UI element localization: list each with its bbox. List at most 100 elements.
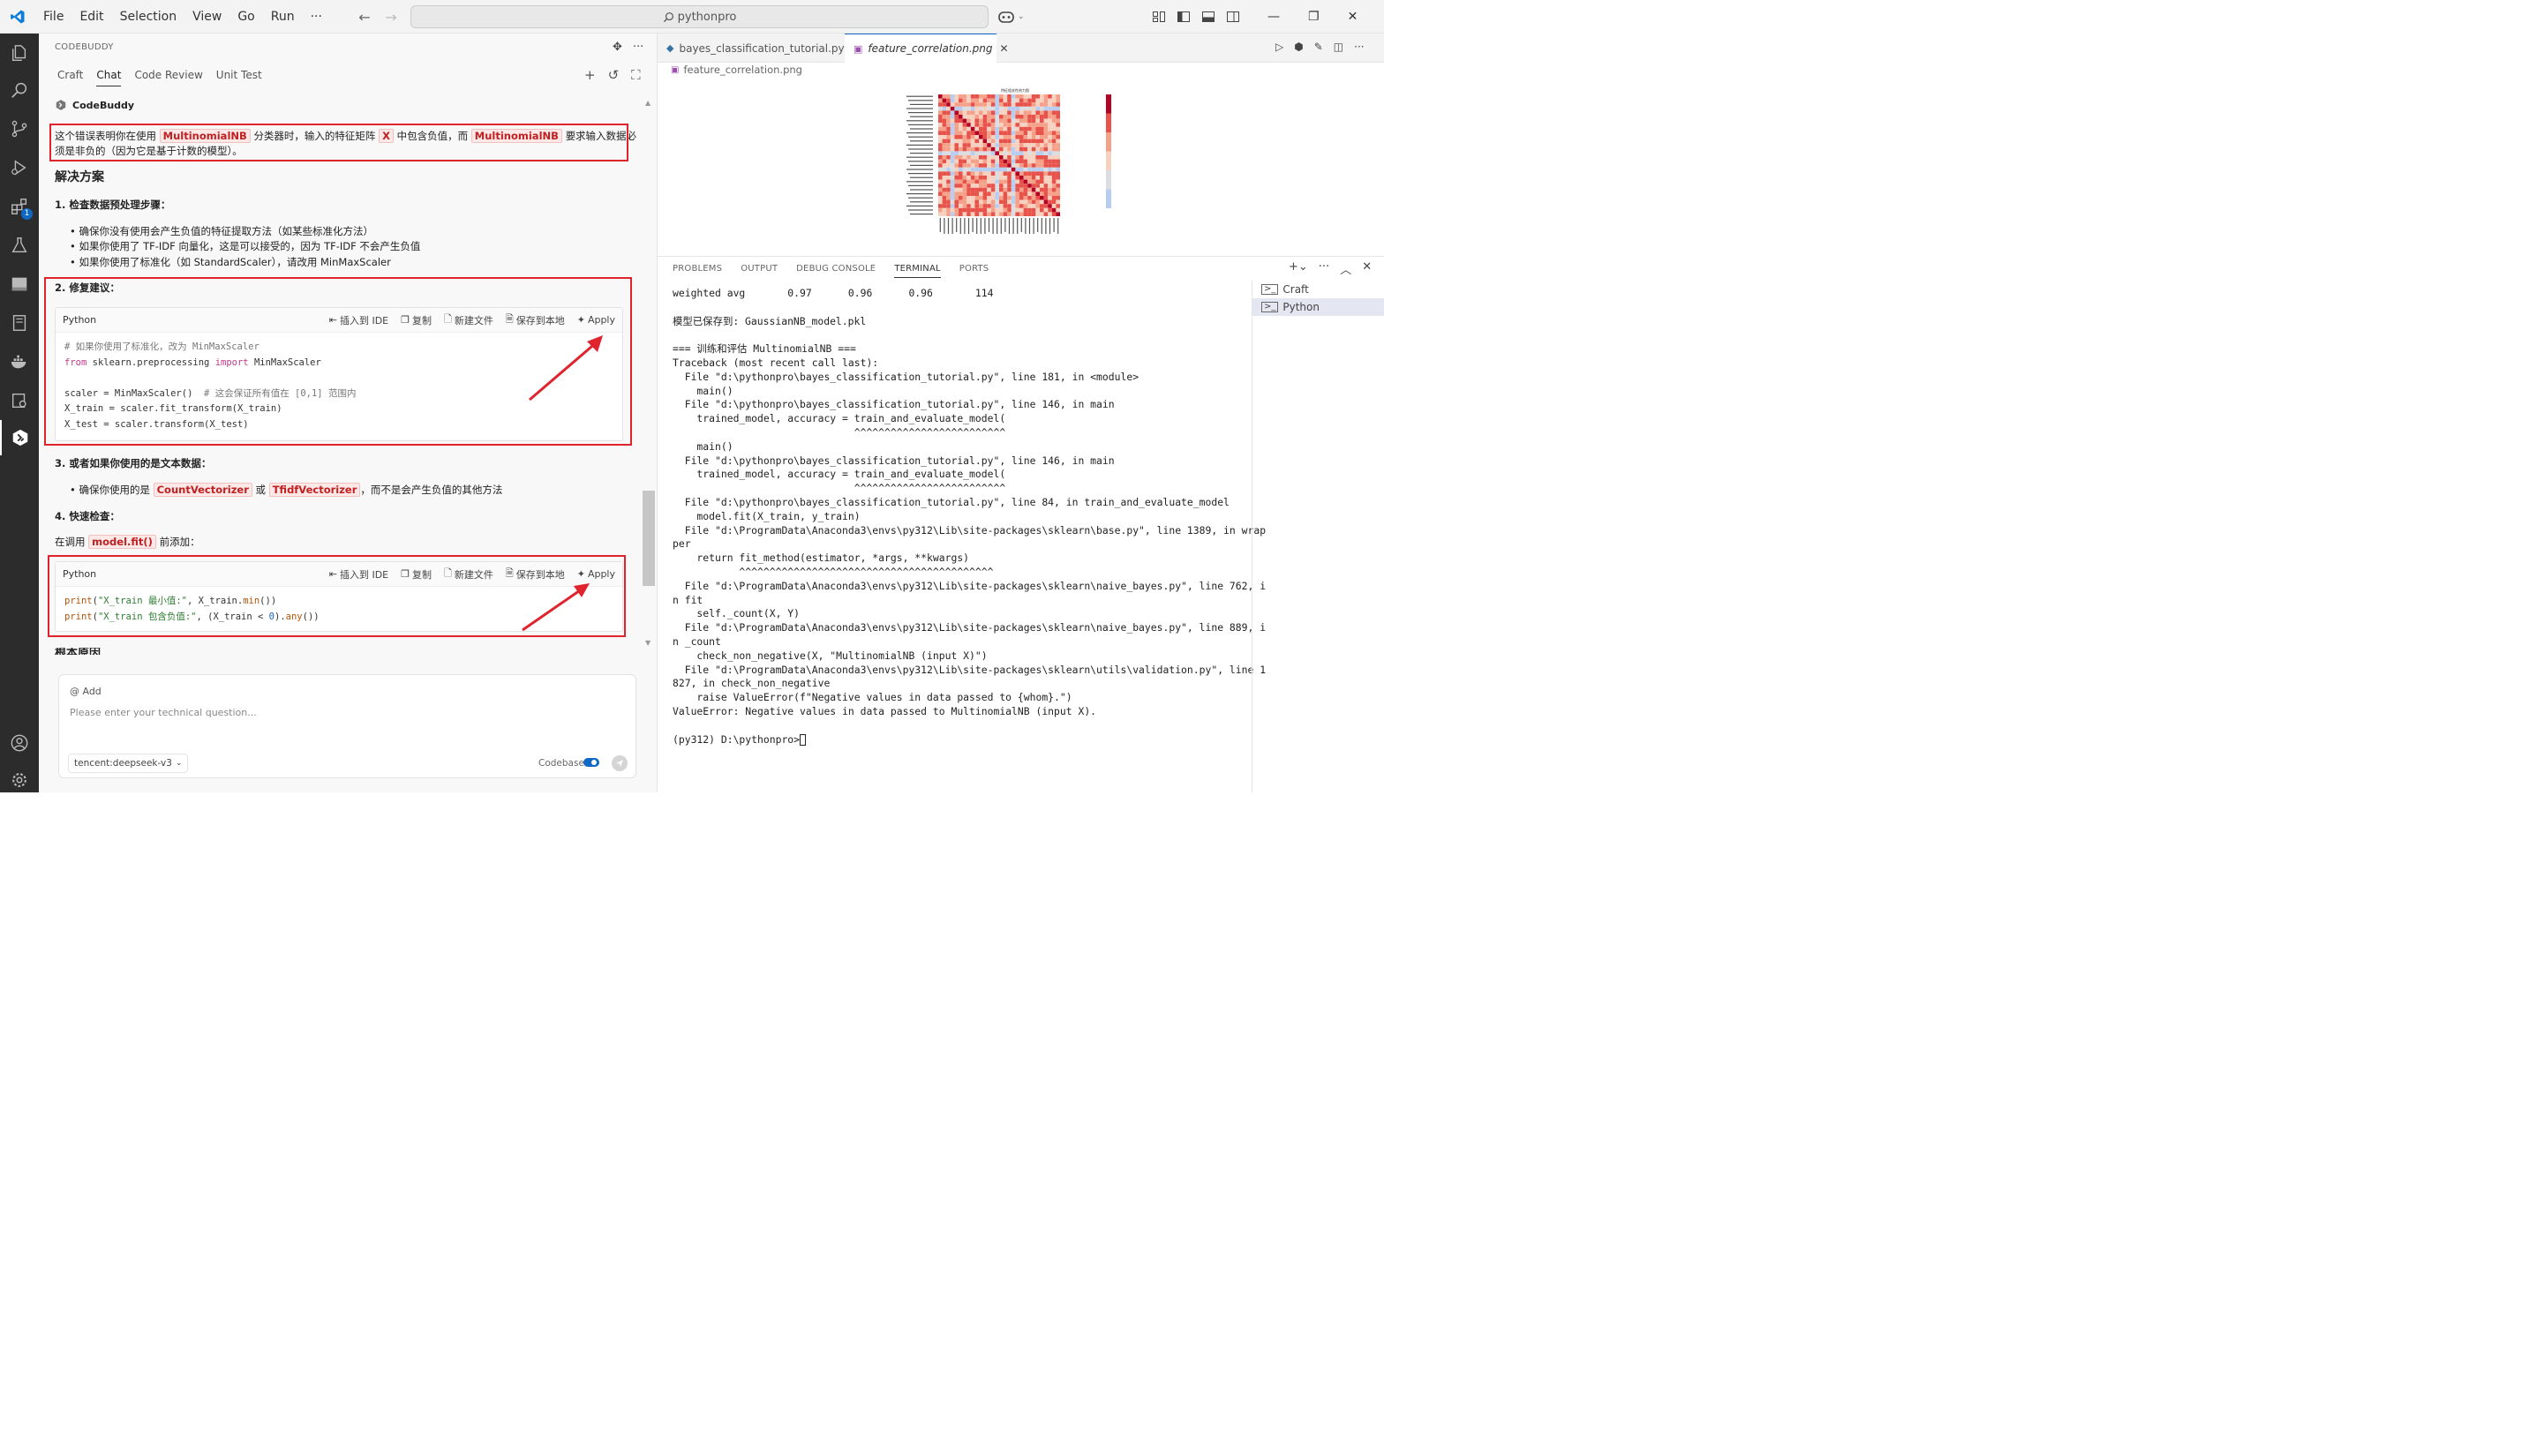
menu-more[interactable]: ···	[303, 0, 330, 34]
codebuddy-icon[interactable]	[0, 420, 39, 455]
more-actions-icon[interactable]: ···	[1354, 41, 1364, 53]
tab-terminal[interactable]: TERMINAL	[894, 264, 941, 278]
tab-output[interactable]: OUTPUT	[741, 264, 778, 278]
notebook-icon[interactable]	[0, 305, 39, 341]
send-button[interactable]	[612, 755, 628, 771]
edit-pencil-icon[interactable]: ✎	[1314, 41, 1323, 53]
run-play-icon[interactable]: ▷	[1275, 41, 1283, 53]
tab-problems[interactable]: PROBLEMS	[673, 264, 722, 278]
customize-layout-icon[interactable]	[1152, 10, 1166, 24]
heatmap-cell	[942, 126, 947, 131]
heatmap-cell	[954, 139, 959, 144]
tab-feature-correlation[interactable]: ▣ feature_correlation.png ✕	[845, 34, 1009, 63]
tab-ports[interactable]: PORTS	[959, 264, 989, 278]
heatmap-cell	[999, 179, 1004, 184]
tab-craft[interactable]: Craft	[57, 69, 83, 86]
question-input[interactable]: Please enter your technical question...	[70, 707, 257, 718]
docker-icon[interactable]	[0, 344, 39, 379]
menu-selection[interactable]: Selection	[112, 0, 185, 34]
close-tab-icon[interactable]: ✕	[1000, 42, 1009, 55]
menu-go[interactable]: Go	[229, 0, 262, 34]
tab-code-review[interactable]: Code Review	[134, 69, 202, 86]
scroll-down-icon[interactable]: ▼	[645, 639, 651, 647]
forward-arrow-icon[interactable]: →	[378, 9, 404, 26]
codebuddy-action-icon[interactable]: ⬢	[1294, 41, 1303, 53]
heatmap-cell	[938, 179, 943, 184]
heatmap-cell	[942, 146, 947, 152]
menu-edit[interactable]: Edit	[71, 0, 111, 34]
heatmap-cell	[1040, 146, 1044, 152]
close-panel-icon[interactable]: ✕	[1362, 260, 1372, 277]
heatmap-cell	[966, 110, 971, 115]
source-control-icon[interactable]	[0, 111, 39, 146]
heatmap-cell	[959, 151, 963, 155]
heatmap-cell	[946, 212, 951, 216]
search-view-icon[interactable]	[0, 72, 39, 108]
heatmap-cell	[959, 135, 963, 139]
toggle-panel-icon[interactable]	[1201, 10, 1215, 24]
account-icon[interactable]	[0, 725, 39, 761]
run-debug-icon[interactable]	[0, 150, 39, 185]
code-review-icon[interactable]	[0, 383, 39, 418]
remote-explorer-icon[interactable]	[0, 266, 39, 302]
heatmap-cell	[1031, 106, 1036, 111]
toggle-primary-sidebar-icon[interactable]	[1177, 10, 1191, 24]
history-icon[interactable]: ↺	[608, 67, 620, 83]
tab-chat[interactable]: Chat	[96, 69, 122, 86]
terminal-item-python[interactable]: >_ Python	[1252, 298, 1384, 316]
chat-scrollbar[interactable]: ▲ ▼	[643, 99, 655, 651]
heatmap-cell	[950, 146, 955, 152]
heatmap-cell	[970, 187, 975, 192]
heatmap-cell	[974, 184, 979, 188]
heatmap-cell	[1031, 98, 1036, 103]
new-terminal-plus-icon[interactable]: +⌄	[1289, 260, 1308, 277]
explorer-icon[interactable]	[0, 35, 39, 71]
settings-gear-icon[interactable]	[0, 762, 39, 798]
terminal-item-craft[interactable]: >_ Craft	[1252, 281, 1384, 298]
heatmap-cell	[950, 94, 955, 99]
heatmap-cell	[1019, 98, 1024, 103]
toggle-secondary-sidebar-icon[interactable]	[1226, 10, 1240, 24]
heatmap-cell	[966, 102, 971, 107]
close-window-icon[interactable]: ✕	[1348, 10, 1358, 24]
command-center-search[interactable]: pythonpro	[410, 5, 989, 28]
heatmap-cell	[1015, 179, 1019, 184]
testing-flask-icon[interactable]	[0, 228, 39, 263]
expand-icon[interactable]: ⛶	[631, 67, 641, 83]
copilot-button[interactable]: ⌄	[997, 0, 1025, 34]
menu-file[interactable]: File	[35, 0, 71, 34]
new-chat-plus-icon[interactable]: +	[584, 67, 596, 83]
heatmap-cell	[1003, 143, 1008, 147]
extensions-icon[interactable]: 1	[0, 189, 39, 224]
add-context-button[interactable]: @ Add	[70, 686, 102, 697]
scroll-up-icon[interactable]: ▲	[645, 99, 651, 107]
model-selector[interactable]: tencent:deepseek-v3 ⌄	[68, 754, 189, 773]
heatmap-cell	[995, 159, 999, 164]
heatmap-cell	[1019, 159, 1024, 164]
heatmap-cell	[942, 106, 947, 111]
menu-run[interactable]: Run	[263, 0, 303, 34]
minimize-icon[interactable]: —	[1267, 10, 1280, 24]
back-arrow-icon[interactable]: ←	[351, 9, 378, 26]
restore-icon[interactable]: ❐	[1308, 10, 1320, 24]
breadcrumb-item[interactable]: feature_correlation.png	[683, 64, 802, 76]
scrollbar-thumb[interactable]	[643, 491, 655, 586]
heatmap-cell	[1011, 106, 1016, 111]
window-controls: — ❐ ✕	[1267, 0, 1357, 34]
more-actions-icon[interactable]: ···	[1319, 260, 1329, 277]
tab-debug-console[interactable]: DEBUG CONSOLE	[796, 264, 876, 278]
heatmap-cell	[1027, 123, 1032, 127]
tab-unit-test[interactable]: Unit Test	[216, 69, 262, 86]
menu-view[interactable]: View	[184, 0, 229, 34]
heatmap-cell	[962, 131, 967, 135]
tab-bayes-py[interactable]: ◆ bayes_classification_tutorial.py	[658, 34, 845, 63]
more-actions-icon[interactable]: ···	[633, 41, 643, 54]
maximize-panel-icon[interactable]: ︿	[1340, 260, 1351, 277]
heatmap-cell	[966, 187, 971, 192]
terminal-output[interactable]: weighted avg 0.97 0.96 0.96 114 模型已保存到: G…	[673, 287, 1266, 747]
split-editor-icon[interactable]: ◫	[1334, 41, 1343, 53]
heatmap-cell	[950, 131, 955, 135]
codebase-toggle[interactable]	[583, 758, 599, 767]
move-panel-icon[interactable]: ✥	[613, 41, 622, 54]
heatmap-cell	[1015, 196, 1019, 200]
